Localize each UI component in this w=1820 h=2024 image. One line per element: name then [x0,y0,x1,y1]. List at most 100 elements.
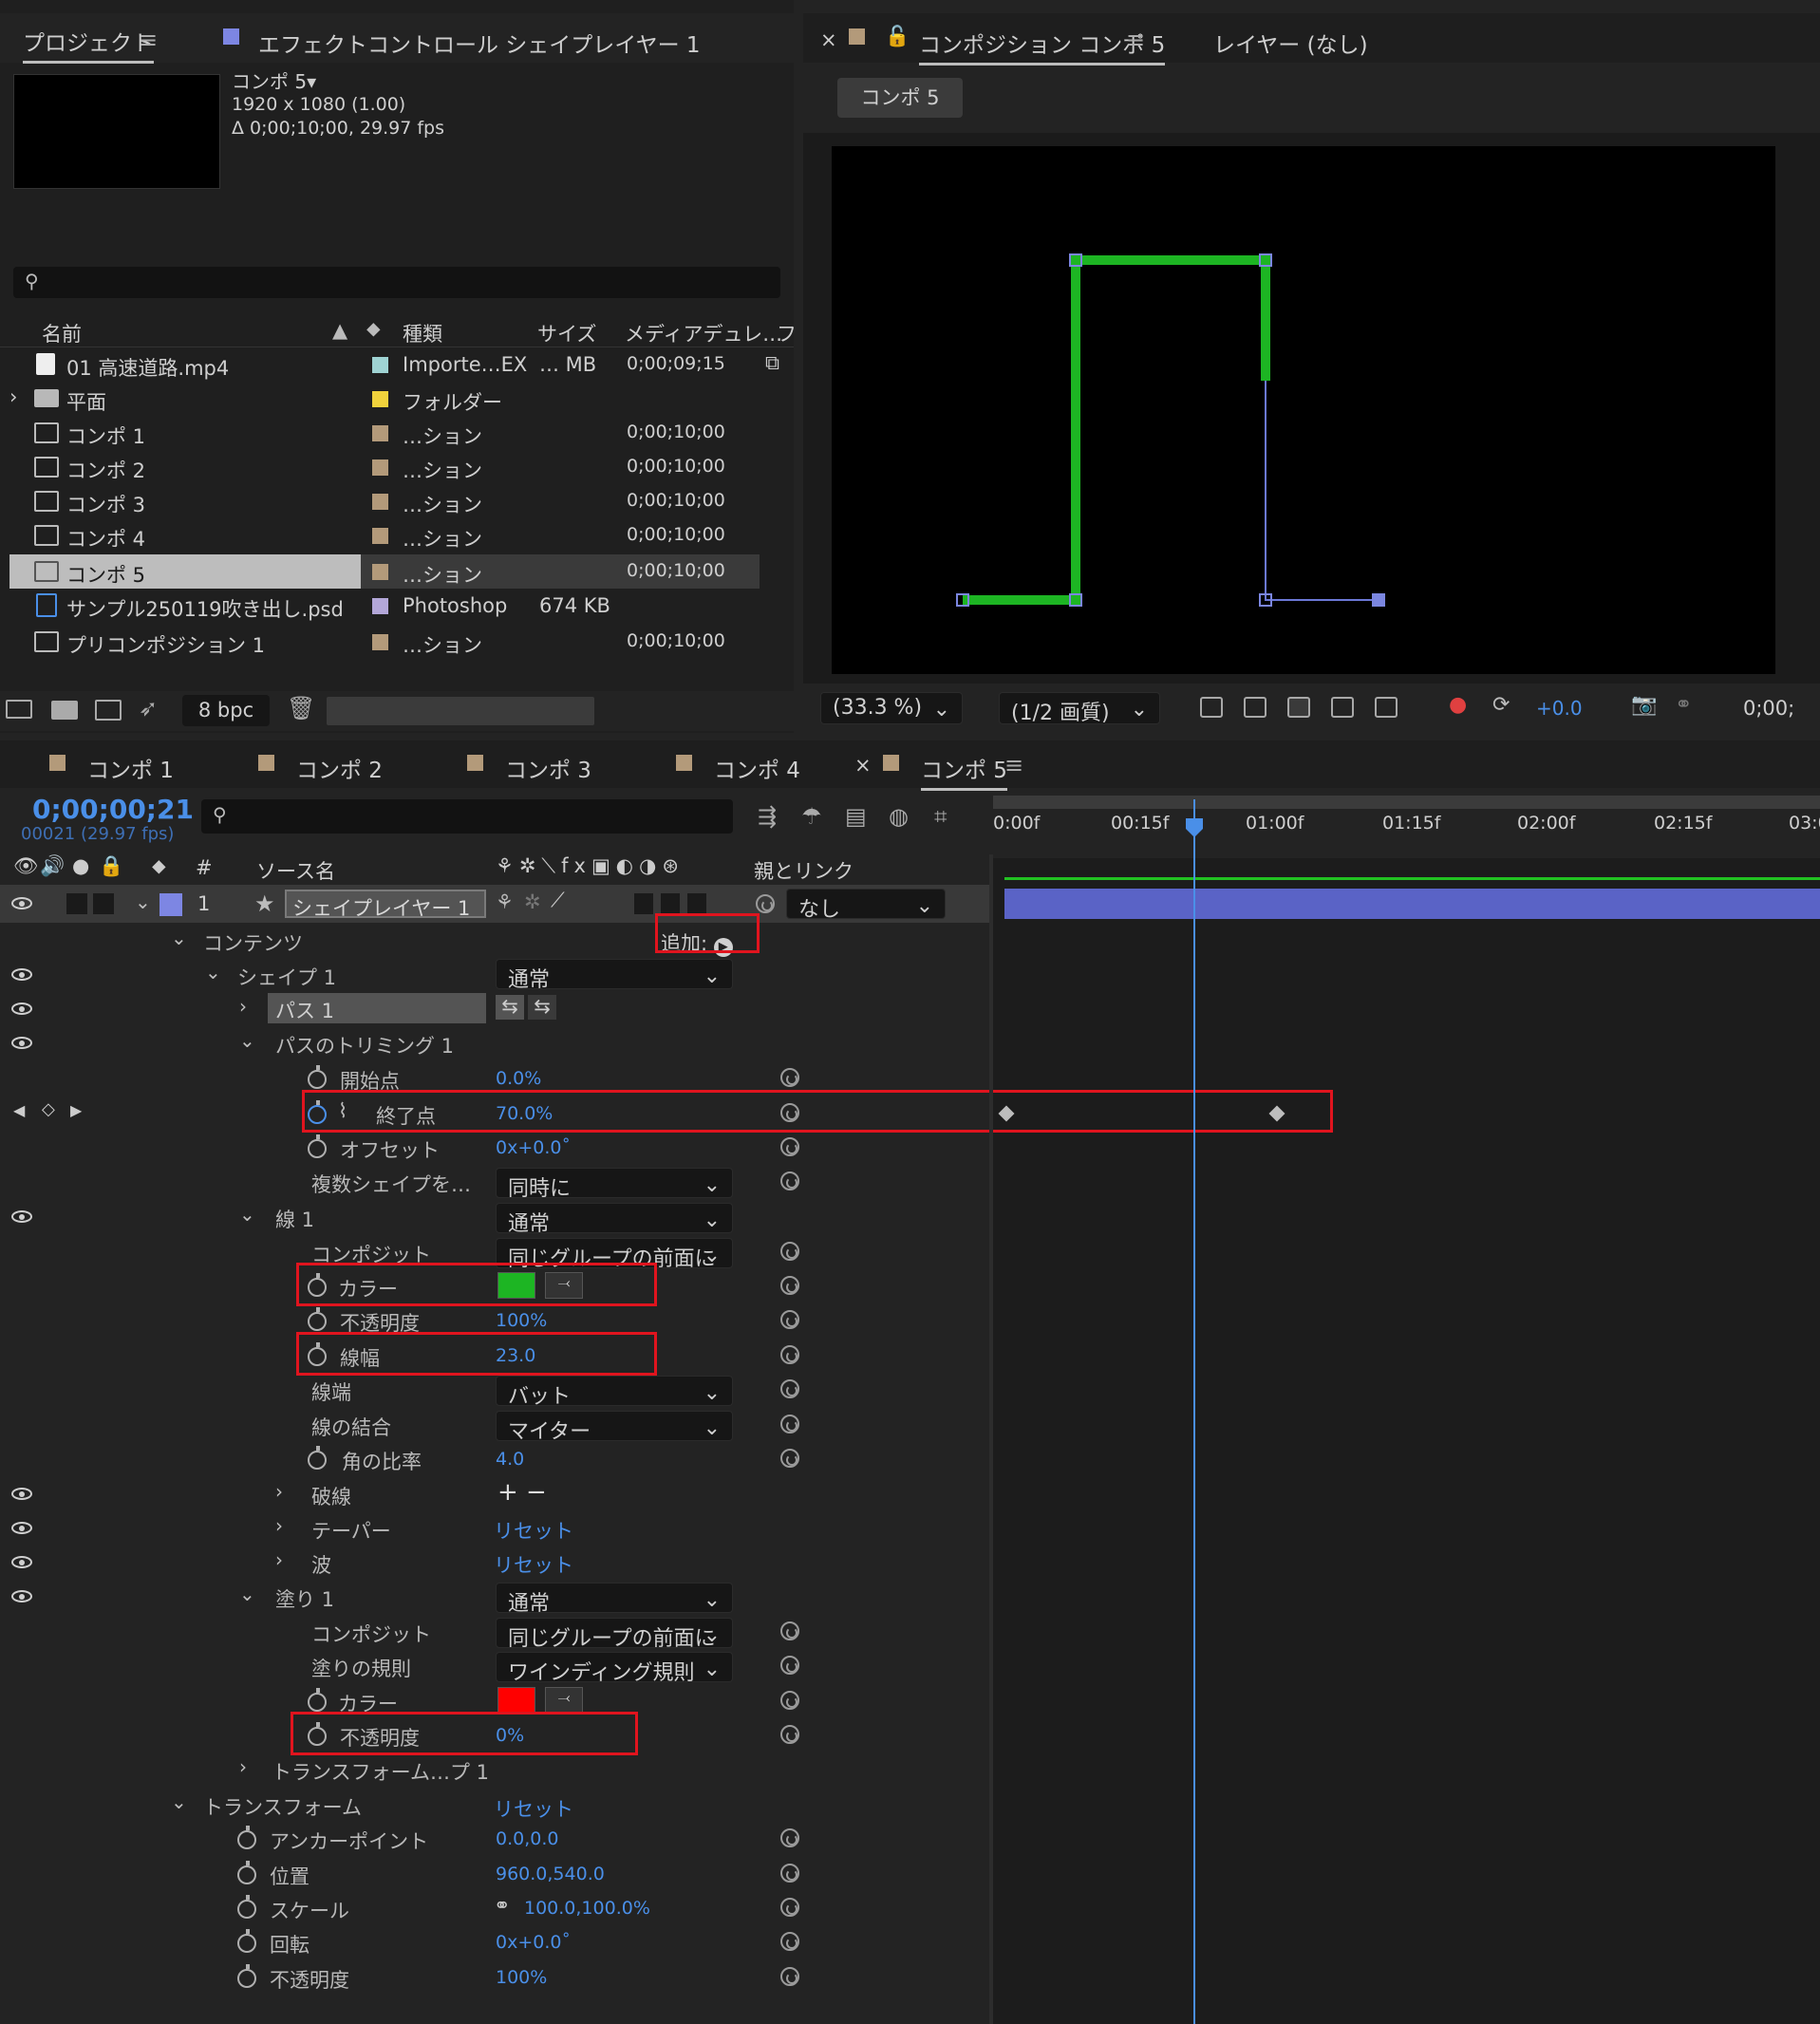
pick-whip-icon[interactable] [756,894,775,913]
visibility-eye-icon[interactable] [11,1037,32,1049]
stopwatch-icon[interactable] [237,1964,256,1988]
stopwatch-icon[interactable] [308,1065,327,1089]
prop-shape-transform[interactable]: › トランスフォーム…プ 1 [0,1752,993,1787]
graph-editor-icon[interactable]: ⌗ [934,803,948,830]
path-direction-icon[interactable]: ⇆ [496,995,524,1020]
pick-whip-icon[interactable] [780,1345,799,1364]
prop-transform[interactable]: ⌄ トランスフォーム リセット [0,1787,993,1822]
line-join-dropdown[interactable]: マイター ⌄ [496,1411,733,1444]
reset-link[interactable]: リセット [494,1516,573,1545]
mask-visibility-icon[interactable] [1287,697,1310,718]
new-folder-icon[interactable] [51,701,78,720]
parent-dropdown[interactable]: なし ⌄ [786,889,946,922]
quality-slash-icon[interactable]: ⟋ [551,889,565,912]
trim-multiple-dropdown[interactable]: 同時に ⌄ [496,1168,733,1201]
project-item-01[interactable]: 01 高速道路.mp4 Importe…EX … MB 0;00;09;15 ⧉ [9,347,779,382]
close-icon[interactable]: × [820,28,837,51]
collapse-transform-icon[interactable]: ⚘ [496,890,514,913]
trash-icon[interactable]: 🗑 [287,695,315,722]
stopwatch-icon[interactable] [308,1134,327,1158]
new-composition-icon[interactable] [95,700,122,721]
switch-box[interactable] [687,893,706,914]
prop-multiple-shapes[interactable]: 複数シェイプを… 同時に ⌄ [0,1164,993,1201]
line-cap-dropdown[interactable]: バット ⌄ [496,1376,733,1409]
comp-info-name[interactable]: コンポ 5▾ [232,66,316,94]
visibility-eye-icon[interactable] [11,1522,32,1534]
region-of-interest-icon[interactable] [1331,697,1354,718]
project-item-comp5-selected[interactable]: コンポ 5 …ション 0;00;10;00 [9,554,760,589]
stopwatch-icon[interactable] [308,1307,327,1331]
column-type[interactable]: 種類 [403,319,442,347]
flowchart-icon[interactable]: ⧉ [765,351,779,375]
motion-blur-icon[interactable]: ◍ [889,803,909,830]
fill-color-swatch[interactable] [497,1687,535,1714]
column-name[interactable]: 名前 [42,319,82,347]
prop-stroke1[interactable]: ⌄ 線 1 通常 ⌄ [0,1199,993,1236]
prop-dashes[interactable]: › 破線 + − [0,1476,993,1511]
project-item-comp1[interactable]: コンポ 1 …ション 0;00;10;00 [9,416,760,450]
column-parent-link[interactable]: 親とリンク [754,856,854,885]
switch-box[interactable] [93,893,114,914]
chevron-right-icon[interactable]: › [239,995,247,1018]
render-queue-icon[interactable]: ➶ [139,695,158,722]
quality-icon[interactable]: ✲ [524,890,541,913]
stopwatch-icon[interactable] [237,1895,256,1919]
tab-comp3[interactable]: コンポ 3 [505,752,591,784]
visibility-eye-icon[interactable] [11,1003,32,1015]
stopwatch-icon[interactable] [237,1861,256,1884]
add-keyframe-icon[interactable]: ◇ [42,1099,55,1119]
prop-line-join[interactable]: 線の結合 マイター ⌄ [0,1407,993,1444]
chevron-down-icon[interactable]: ⌄ [171,1790,187,1813]
pick-whip-icon[interactable] [780,1137,799,1156]
column-source-name[interactable]: ソース名 [256,856,335,885]
transparency-grid-icon[interactable] [1244,697,1266,718]
switch-box[interactable] [634,893,653,914]
project-item-folder[interactable]: › 平面 フォルダー [9,382,760,416]
project-item-precomp[interactable]: プリコンポジション 1 …ション 0;00;10;00 [9,625,760,659]
visibility-eye-icon[interactable] [11,1556,32,1568]
prop-anchor-point[interactable]: アンカーポイント 0.0,0.0 [0,1821,993,1856]
stopwatch-icon[interactable] [308,1688,327,1712]
tab-comp2[interactable]: コンポ 2 [296,752,383,784]
prop-fill1[interactable]: ⌄ 塗り 1 通常 ⌄ [0,1579,993,1616]
channel-icon[interactable]: ● [1449,693,1467,717]
blend-mode-dropdown[interactable]: 通常 ⌄ [496,959,733,992]
layer-label-color[interactable] [159,893,182,916]
expand-arrow-icon[interactable]: › [9,385,17,408]
grid-guides-icon[interactable] [1375,697,1398,718]
chevron-down-icon[interactable]: ⌄ [239,1029,255,1052]
project-item-comp2[interactable]: コンポ 2 …ション 0;00;10;00 [9,450,760,484]
prop-value[interactable]: 0x+0.0˚ [496,1932,571,1953]
chevron-right-icon[interactable]: › [239,1755,247,1778]
work-area-bar[interactable] [993,796,1820,809]
pick-whip-icon[interactable] [780,1276,799,1295]
prop-value[interactable]: 0.0,0.0 [496,1828,558,1849]
pick-whip-icon[interactable] [780,1967,799,1986]
fill-rule-dropdown[interactable]: ワインディング規則 ⌄ [496,1652,733,1685]
prop-rotation[interactable]: 回転 0x+0.0˚ [0,1924,993,1959]
layer-row[interactable]: ⌄ 1 ★ シェイプレイヤー 1 ⚘ ✲ ⟋ なし ⌄ [0,885,993,923]
project-scrollbar[interactable] [327,697,594,725]
prop-value[interactable]: 960.0,540.0 [496,1864,605,1884]
tab-comp5[interactable]: コンポ 5 [921,752,1007,791]
pick-whip-icon[interactable] [780,1068,799,1087]
pick-whip-icon[interactable] [780,1864,799,1883]
visibility-eye-icon[interactable] [11,1488,32,1500]
shy-layers-icon[interactable]: ☂ [801,803,822,830]
constrain-proportions-icon[interactable]: ⚭ [494,1894,511,1917]
layer-duration-bar[interactable] [1004,889,1820,919]
project-item-psd[interactable]: サンプル250119吹き出し.psd Photoshop 674 KB [9,589,760,623]
path-reverse-icon[interactable]: ⇆ [528,995,556,1020]
stopwatch-icon[interactable] [237,1826,256,1849]
chevron-right-icon[interactable]: › [275,1548,283,1571]
stroke-blend-dropdown[interactable]: 通常 ⌄ [496,1203,733,1236]
chevron-down-icon[interactable]: ⌄ [171,927,187,949]
pick-whip-icon[interactable] [780,1171,799,1190]
pick-whip-icon[interactable] [780,1621,799,1640]
visibility-eye-icon[interactable] [11,968,32,981]
current-time-readout[interactable]: 0;00; [1743,697,1794,720]
prop-fill-rule[interactable]: 塗りの規則 ワインディング規則 ⌄ [0,1648,993,1685]
prop-trim-paths[interactable]: ⌄ パスのトリミング 1 [0,1025,993,1060]
pick-whip-icon[interactable] [780,1242,799,1261]
prop-contents[interactable]: ⌄ コンテンツ 追加: ▶ [0,923,993,958]
